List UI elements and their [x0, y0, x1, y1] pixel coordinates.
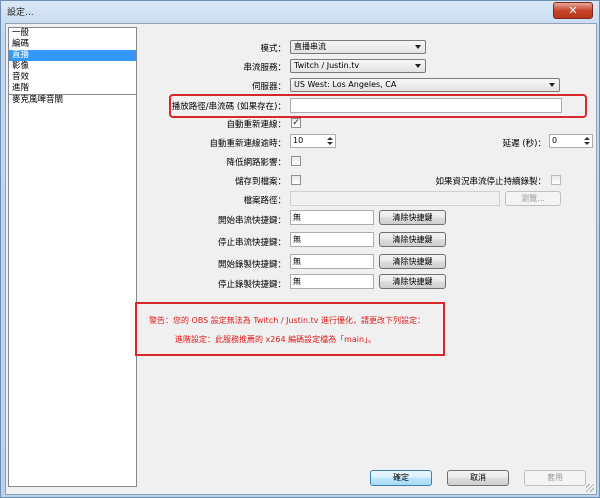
apply-button[interactable]: 套用: [524, 470, 586, 486]
chevron-down-icon: [415, 64, 421, 68]
chevron-down-icon: [549, 83, 555, 87]
browse-button[interactable]: 瀏覽...: [505, 191, 561, 206]
clear-start-stream-hotkey-button[interactable]: 清除快捷鍵: [379, 210, 446, 225]
sidebar-item-general[interactable]: 一般: [9, 28, 136, 39]
file-path-label: 檔案路徑：: [243, 196, 286, 206]
server-label: 伺服器：: [251, 82, 286, 92]
file-path-input[interactable]: [290, 191, 500, 206]
settings-window: 設定... ✕ 一般 編碼 直播 影像 音效 進階 麥克風啤音閘 模式： 直播串…: [0, 0, 600, 498]
delay-spinner[interactable]: 0: [549, 134, 593, 148]
save-to-file-checkbox[interactable]: [291, 175, 301, 185]
keep-recording-checkbox[interactable]: [551, 175, 561, 185]
ok-button[interactable]: 確定: [370, 470, 432, 486]
spinner-down-icon[interactable]: [584, 142, 590, 145]
mode-select-value: 直播串流: [294, 42, 326, 51]
sidebar-item-mic-noise-gate[interactable]: 麥克風啤音閘: [9, 95, 136, 106]
sidebar-item-advanced[interactable]: 進階: [9, 83, 136, 94]
sidebar-item-encoding[interactable]: 編碼: [9, 39, 136, 50]
stop-record-hotkey-input[interactable]: 無: [290, 274, 374, 289]
auto-reconnect-label: 自動重新連線：: [226, 120, 286, 130]
spinner-down-icon[interactable]: [327, 142, 333, 145]
sidebar-item-broadcast[interactable]: 直播: [9, 50, 136, 61]
reconnect-timeout-label: 自動重新連線逾時：: [209, 139, 286, 149]
server-select[interactable]: US West: Los Angeles, CA: [290, 78, 560, 92]
sidebar-item-audio[interactable]: 音效: [9, 72, 136, 83]
chevron-down-icon: [415, 45, 421, 49]
keep-recording-label: 如果資況串流停止持續錄製：: [435, 177, 546, 187]
title-bar: 設定... ✕: [1, 1, 599, 23]
dialog-client-area: 一般 編碼 直播 影像 音效 進階 麥克風啤音閘 模式： 直播串流 串流服務： …: [5, 23, 597, 495]
save-to-file-label: 儲存到檔案：: [234, 177, 286, 187]
warning-text-line1: 警告：您的 OBS 設定無法為 Twitch / Justin.tv 進行優化，…: [149, 316, 426, 325]
reconnect-timeout-value: 10: [293, 136, 304, 145]
resize-grip-icon[interactable]: [586, 484, 594, 492]
settings-category-list[interactable]: 一般 編碼 直播 影像 音效 進階 麥克風啤音閘: [8, 27, 137, 487]
service-select[interactable]: Twitch / Justin.tv: [290, 59, 426, 73]
mode-label: 模式：: [260, 44, 286, 54]
auto-reconnect-checkbox[interactable]: ✓: [291, 118, 301, 128]
start-stream-hotkey-label: 開始串流快捷鍵：: [217, 216, 286, 226]
clear-start-record-hotkey-button[interactable]: 清除快捷鍵: [379, 254, 446, 269]
server-select-value: US West: Los Angeles, CA: [294, 80, 397, 89]
clear-stop-stream-hotkey-button[interactable]: 清除快捷鍵: [379, 232, 446, 247]
optimization-warning: 警告：您的 OBS 設定無法為 Twitch / Justin.tv 進行優化，…: [135, 302, 445, 356]
delay-value: 0: [552, 136, 558, 145]
window-title: 設定...: [7, 8, 34, 18]
start-record-hotkey-input[interactable]: 無: [290, 254, 374, 269]
low-latency-label: 降低網路影響：: [226, 158, 286, 168]
stop-stream-hotkey-input[interactable]: 無: [290, 232, 374, 247]
play-path-label: 播放路徑/串流碼 (如果存在)：: [171, 102, 286, 112]
sidebar-item-video[interactable]: 影像: [9, 61, 136, 72]
reconnect-timeout-spinner[interactable]: 10: [290, 134, 336, 148]
spinner-up-icon[interactable]: [584, 137, 590, 140]
stop-record-hotkey-label: 停止錄製快捷鍵：: [217, 280, 286, 290]
service-label: 串流服務：: [243, 63, 286, 73]
spinner-up-icon[interactable]: [327, 137, 333, 140]
start-record-hotkey-label: 開始錄製快捷鍵：: [217, 260, 286, 270]
cancel-button[interactable]: 取消: [447, 470, 509, 486]
service-select-value: Twitch / Justin.tv: [294, 61, 360, 70]
start-stream-hotkey-input[interactable]: 無: [290, 210, 374, 225]
stop-stream-hotkey-label: 停止串流快捷鍵：: [217, 238, 286, 248]
mode-select[interactable]: 直播串流: [290, 40, 426, 54]
close-button[interactable]: ✕: [553, 2, 593, 19]
warning-text-line2: 進階設定：此服務推薦的 x264 編碼設定檔為「main」。: [175, 335, 377, 344]
play-path-input[interactable]: [290, 98, 562, 113]
delay-label: 延遲 (秒)：: [502, 139, 546, 149]
checkmark-icon: ✓: [292, 118, 300, 128]
low-latency-checkbox[interactable]: [291, 156, 301, 166]
clear-stop-record-hotkey-button[interactable]: 清除快捷鍵: [379, 274, 446, 289]
